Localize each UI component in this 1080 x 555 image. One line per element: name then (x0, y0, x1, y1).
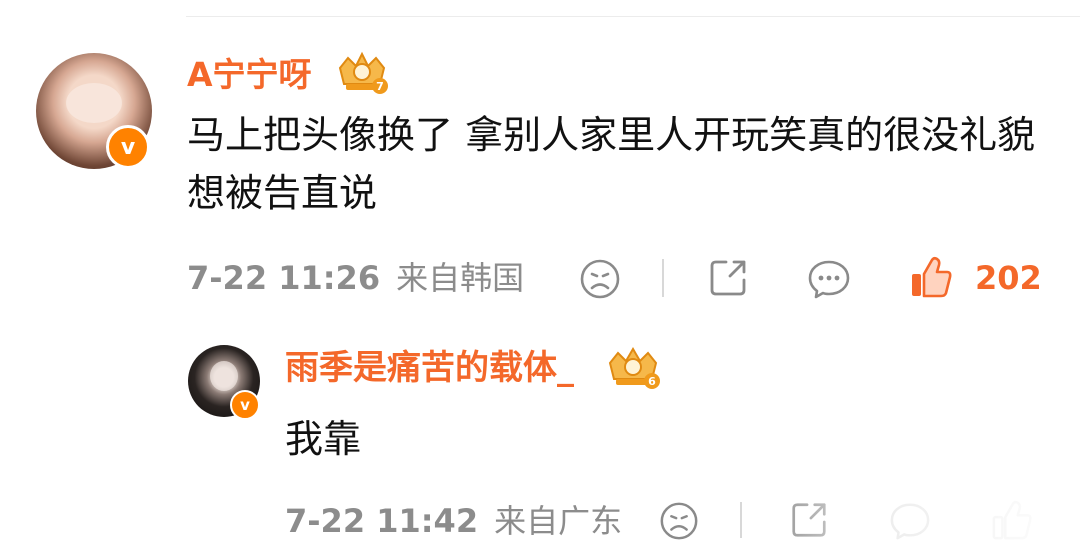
reply-text: 我靠 (285, 417, 362, 461)
bottom-fade-overlay (760, 498, 1080, 548)
svg-text:6: 6 (648, 375, 656, 388)
comment-source: 来自韩国 (396, 259, 525, 297)
share-icon[interactable] (706, 256, 750, 300)
thumbs-up-icon[interactable] (908, 254, 954, 300)
replier-username[interactable]: 雨季是痛苦的载体_ (285, 345, 574, 391)
top-divider (186, 16, 1080, 17)
sad-face-icon[interactable] (578, 257, 622, 301)
comment-meta: 7-22 11:26 来自韩国 (187, 258, 524, 298)
svg-text:7: 7 (376, 80, 384, 93)
comment-text: 马上把头像换了 拿别人家里人开玩笑真的很没礼貌 想被告直说 (187, 113, 1036, 215)
commenter-username[interactable]: A宁宁呀 (187, 53, 312, 97)
action-divider (662, 259, 664, 297)
crown-badge-icon[interactable]: 7 (334, 50, 390, 96)
comment-time: 7-22 11:26 (187, 259, 381, 297)
verified-badge-icon: v (230, 390, 260, 420)
like-count: 202 (975, 259, 1042, 297)
reply-meta: 7-22 11:42 来自广东 (285, 501, 622, 541)
reply-source: 来自广东 (494, 502, 623, 540)
action-divider (740, 502, 742, 538)
sad-face-icon[interactable] (658, 500, 700, 542)
verified-badge-icon: v (106, 125, 150, 169)
comment-icon[interactable] (806, 257, 852, 301)
reply-time: 7-22 11:42 (285, 502, 479, 540)
crown-badge-icon[interactable]: 6 (604, 345, 662, 391)
